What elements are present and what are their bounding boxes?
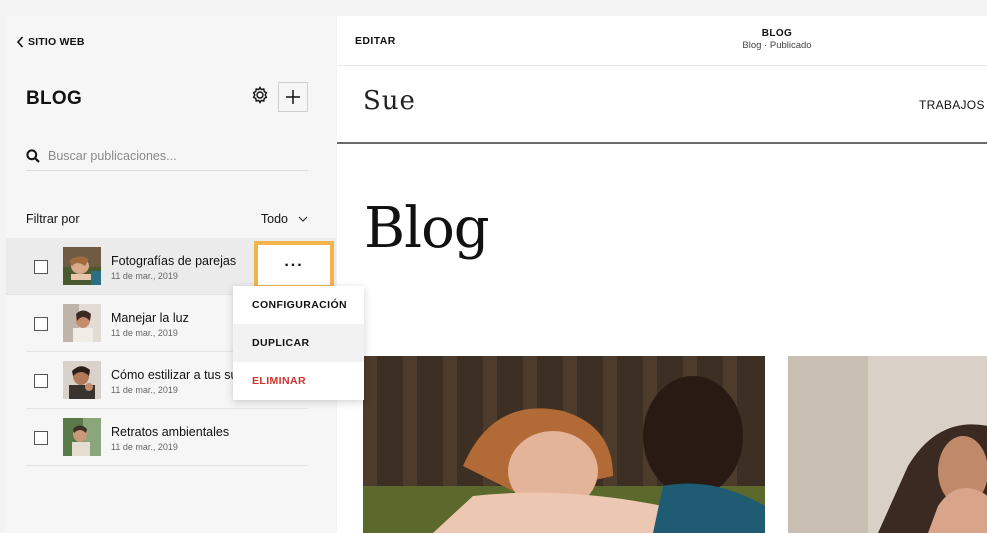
search-input[interactable]	[48, 148, 288, 163]
search-bar	[26, 141, 308, 171]
filter-value: Todo	[260, 212, 288, 226]
page-info: BLOG Blog · Publicado	[677, 28, 877, 51]
post-title: Cómo estilizar a tus su	[111, 368, 238, 382]
page-status: Blog · Publicado	[742, 40, 812, 51]
site-header: Sue TRABAJOS	[337, 66, 987, 144]
post-title: Manejar la luz	[111, 311, 189, 325]
post-checkbox[interactable]	[34, 317, 48, 331]
app-root: SITIO WEB BLOG Filtrar por Todo	[0, 0, 987, 533]
post-checkbox[interactable]	[34, 374, 48, 388]
nav-item-trabajos[interactable]: TRABAJOS	[919, 98, 985, 112]
ellipsis-icon: ...	[284, 253, 304, 270]
post-thumbnail	[63, 304, 101, 342]
post-title: Fotografías de parejas	[111, 254, 237, 268]
chevron-left-icon	[16, 36, 24, 48]
filter-label: Filtrar por	[26, 212, 80, 226]
post-title: Retratos ambientales	[111, 425, 230, 439]
gear-icon[interactable]	[250, 85, 270, 105]
more-actions-button[interactable]: ...	[254, 241, 334, 289]
post-checkbox[interactable]	[34, 431, 48, 445]
blog-post-image[interactable]	[363, 356, 765, 533]
add-post-button[interactable]	[278, 82, 308, 112]
site-preview: EDITAR BLOG Blog · Publicado Sue TRABAJO…	[337, 16, 987, 533]
menu-item-settings[interactable]: CONFIGURACIÓN	[233, 286, 364, 324]
post-date: 11 de mar., 2019	[111, 385, 178, 395]
menu-item-delete[interactable]: ELIMINAR	[233, 362, 364, 400]
plus-icon	[286, 90, 300, 104]
post-checkbox[interactable]	[34, 260, 48, 274]
chevron-down-icon	[298, 216, 308, 222]
site-logo[interactable]: Sue	[363, 86, 416, 116]
editor-topbar: EDITAR BLOG Blog · Publicado	[337, 16, 987, 66]
back-label: SITIO WEB	[28, 36, 85, 48]
post-thumbnail	[63, 247, 101, 285]
menu-item-duplicate[interactable]: DUPLICAR	[233, 324, 364, 362]
panel-title: BLOG	[26, 88, 83, 109]
filter-dropdown[interactable]: Todo	[261, 212, 308, 226]
post-date: 11 de mar., 2019	[111, 271, 178, 281]
blog-post-image[interactable]	[788, 356, 987, 533]
page-title: BLOG	[761, 28, 793, 39]
edit-button[interactable]: EDITAR	[355, 35, 396, 47]
blog-heading: Blog	[364, 196, 490, 261]
list-item[interactable]: Retratos ambientales 11 de mar., 2019	[26, 409, 308, 466]
filter-row: Filtrar por Todo	[26, 212, 308, 226]
back-to-website-link[interactable]: SITIO WEB	[16, 36, 85, 48]
search-icon	[26, 148, 40, 163]
post-date: 11 de mar., 2019	[111, 442, 178, 452]
post-context-menu: CONFIGURACIÓN DUPLICAR ELIMINAR	[233, 286, 364, 400]
post-thumbnail	[63, 418, 101, 456]
post-thumbnail	[63, 361, 101, 399]
post-date: 11 de mar., 2019	[111, 328, 178, 338]
